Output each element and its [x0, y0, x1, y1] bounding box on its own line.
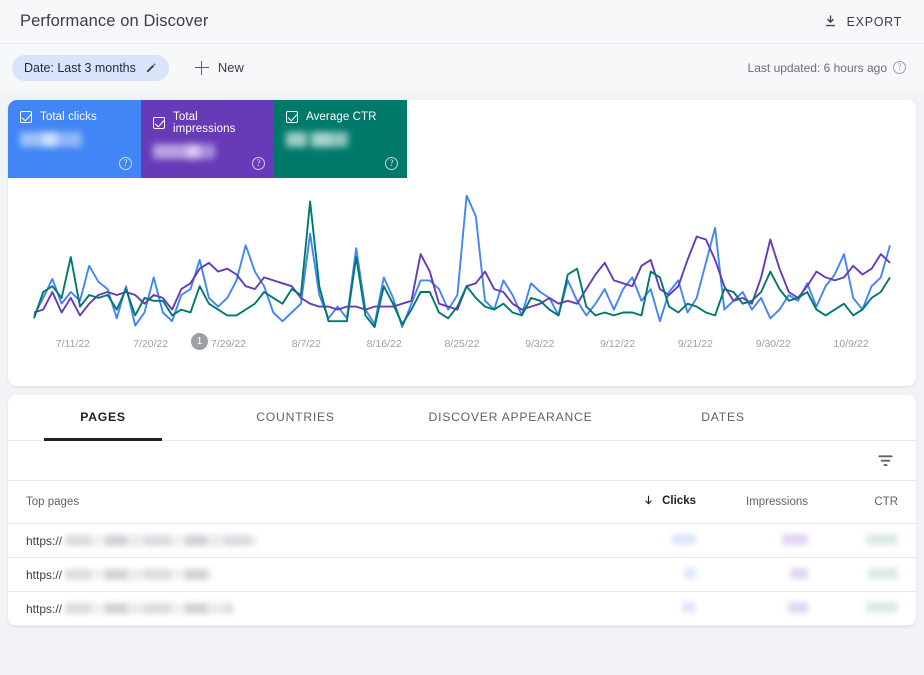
column-header-clicks-label: Clicks — [662, 494, 696, 507]
download-icon — [823, 14, 838, 29]
export-label: EXPORT — [846, 14, 902, 29]
help-icon[interactable]: ? — [252, 157, 265, 170]
new-filter-button[interactable]: New — [189, 56, 250, 79]
value-redacted — [788, 601, 808, 613]
cell-page-url[interactable]: https:// — [8, 557, 602, 592]
metric-value-redacted — [286, 132, 348, 147]
checkbox-icon[interactable] — [153, 117, 165, 129]
checkbox-icon[interactable] — [20, 111, 32, 123]
tab-countries[interactable]: COUNTRIES — [198, 395, 393, 440]
table-row[interactable]: https:// — [8, 523, 916, 558]
metric-value-redacted — [20, 132, 82, 147]
filter-bar: Date: Last 3 months New Last updated: 6 … — [0, 44, 924, 91]
chart-x-axis: 7/11/22 7/20/22 7/29/22 8/7/22 8/16/22 8/25/2… — [8, 338, 916, 350]
url-redacted — [65, 603, 234, 614]
cell-clicks — [602, 591, 714, 626]
cell-ctr — [832, 591, 916, 626]
performance-chart[interactable]: 7/11/22 7/20/22 7/29/22 8/7/22 8/16/22 8/25/2… — [8, 178, 916, 386]
help-icon[interactable]: ? — [893, 61, 906, 74]
cell-page-url[interactable]: https:// — [8, 523, 602, 558]
x-axis-tick: 9/3/22 — [525, 338, 555, 350]
metric-card-average-ctr[interactable]: Average CTR ? — [274, 100, 407, 178]
page-header: Performance on Discover EXPORT — [0, 0, 924, 44]
chart-series-line — [33, 194, 891, 329]
export-button[interactable]: EXPORT — [819, 9, 906, 34]
metric-card-total-impressions[interactable]: Total impressions ? — [141, 100, 274, 178]
x-axis-tick: 8/7/22 — [291, 338, 321, 350]
table-toolbar — [8, 441, 916, 481]
checkbox-icon[interactable] — [286, 111, 298, 123]
metric-label: Total impressions — [173, 111, 236, 135]
value-redacted — [866, 533, 898, 545]
column-header-impressions[interactable]: Impressions — [714, 481, 832, 524]
metric-label: Total clicks — [40, 111, 97, 123]
x-axis-tick: 7/11/22 — [55, 338, 91, 350]
value-redacted — [672, 533, 696, 545]
metric-cards: Total clicks ? Total impressions ? Avera… — [8, 100, 916, 178]
date-filter-label: Date: Last 3 months — [24, 60, 136, 75]
cell-impressions — [714, 557, 832, 592]
x-axis-tick: 8/16/22 — [366, 338, 402, 350]
metric-value-redacted — [153, 144, 215, 159]
cell-page-url[interactable]: https:// — [8, 591, 602, 626]
help-icon[interactable]: ? — [119, 157, 132, 170]
cell-clicks — [602, 523, 714, 558]
pencil-icon[interactable] — [145, 62, 157, 74]
x-axis-tick: 10/9/22 — [833, 338, 869, 350]
x-axis-tick: 9/30/22 — [755, 338, 791, 350]
x-axis-tick: 9/21/22 — [677, 338, 713, 350]
column-header-clicks[interactable]: Clicks — [602, 481, 714, 524]
plus-icon — [194, 60, 209, 75]
chart-annotation-marker[interactable]: 1 — [191, 333, 208, 350]
cell-impressions — [714, 591, 832, 626]
last-updated: Last updated: 6 hours ago ? — [748, 61, 906, 75]
dimension-table-panel: PAGES COUNTRIES DISCOVER APPEARANCE DATE… — [8, 395, 916, 626]
column-header-top-pages[interactable]: Top pages — [8, 481, 602, 524]
help-icon[interactable]: ? — [385, 157, 398, 170]
metric-label: Average CTR — [306, 111, 377, 123]
x-axis-tick: 7/20/22 — [133, 338, 169, 350]
value-redacted — [684, 567, 696, 579]
column-header-ctr[interactable]: CTR — [832, 481, 916, 524]
cell-ctr — [832, 557, 916, 592]
tab-dates[interactable]: DATES — [628, 395, 818, 440]
cell-clicks — [602, 557, 714, 592]
url-redacted — [65, 535, 258, 546]
tab-pages[interactable]: PAGES — [8, 395, 198, 441]
url-prefix: https:// — [26, 601, 63, 616]
performance-panel: Total clicks ? Total impressions ? Avera… — [8, 100, 916, 386]
table-header-row: Top pages Clicks Impressions CTR — [8, 481, 916, 524]
chart-plot-area — [33, 194, 891, 329]
value-redacted — [866, 601, 898, 613]
value-redacted — [782, 533, 808, 545]
top-pages-table: Top pages Clicks Impressions CTR https:/… — [8, 481, 916, 626]
last-updated-label: Last updated: 6 hours ago — [747, 60, 887, 75]
cell-ctr — [832, 523, 916, 558]
page-title: Performance on Discover — [20, 12, 209, 30]
arrow-down-icon — [642, 494, 655, 507]
x-axis-tick: 8/25/22 — [444, 338, 480, 350]
value-redacted — [868, 567, 898, 579]
date-filter-chip[interactable]: Date: Last 3 months — [12, 54, 169, 81]
x-axis-tick: 9/12/22 — [600, 338, 636, 350]
table-row[interactable]: https:// — [8, 591, 916, 626]
cell-impressions — [714, 523, 832, 558]
value-redacted — [682, 601, 696, 613]
url-prefix: https:// — [26, 533, 63, 548]
dimension-tabs: PAGES COUNTRIES DISCOVER APPEARANCE DATE… — [8, 395, 916, 441]
metric-card-total-clicks[interactable]: Total clicks ? — [8, 100, 141, 178]
url-prefix: https:// — [26, 567, 63, 582]
url-redacted — [65, 569, 212, 580]
filter-icon[interactable] — [876, 451, 895, 470]
value-redacted — [790, 567, 808, 579]
tab-discover-appearance[interactable]: DISCOVER APPEARANCE — [393, 395, 628, 440]
table-row[interactable]: https:// — [8, 557, 916, 592]
metric-cards-filler — [407, 100, 916, 178]
new-filter-label: New — [217, 60, 244, 75]
